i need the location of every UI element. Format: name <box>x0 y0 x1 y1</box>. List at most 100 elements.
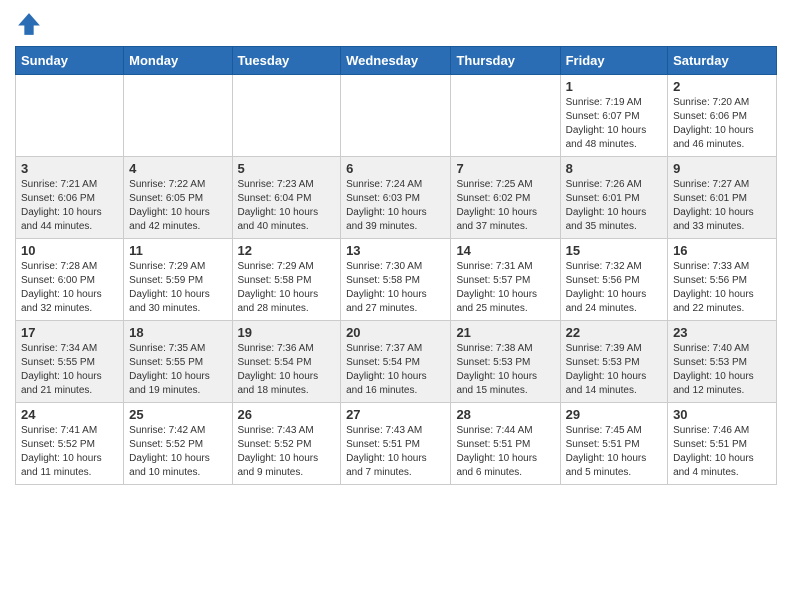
calendar-cell: 9 Sunrise: 7:27 AMSunset: 6:01 PMDaylight… <box>668 157 777 239</box>
calendar-week-3: 10 Sunrise: 7:28 AMSunset: 6:00 PMDayligh… <box>16 239 777 321</box>
day-number: 16 <box>673 243 771 258</box>
calendar-cell <box>341 75 451 157</box>
weekday-header-friday: Friday <box>560 47 667 75</box>
calendar-cell: 25 Sunrise: 7:42 AMSunset: 5:52 PMDayligh… <box>124 403 232 485</box>
day-number: 18 <box>129 325 226 340</box>
calendar-week-4: 17 Sunrise: 7:34 AMSunset: 5:55 PMDayligh… <box>16 321 777 403</box>
day-number: 10 <box>21 243 118 258</box>
day-number: 5 <box>238 161 336 176</box>
calendar-cell: 13 Sunrise: 7:30 AMSunset: 5:58 PMDayligh… <box>341 239 451 321</box>
header <box>15 10 777 38</box>
day-info: Sunrise: 7:28 AMSunset: 6:00 PMDaylight:… <box>21 260 118 316</box>
day-info: Sunrise: 7:30 AMSunset: 5:58 PMDaylight:… <box>346 260 445 316</box>
day-info: Sunrise: 7:41 AMSunset: 5:52 PMDaylight:… <box>21 424 118 480</box>
day-info: Sunrise: 7:22 AMSunset: 6:05 PMDaylight:… <box>129 178 226 234</box>
weekday-header-monday: Monday <box>124 47 232 75</box>
day-number: 9 <box>673 161 771 176</box>
day-info: Sunrise: 7:25 AMSunset: 6:02 PMDaylight:… <box>456 178 554 234</box>
day-number: 12 <box>238 243 336 258</box>
day-number: 2 <box>673 79 771 94</box>
calendar-cell: 21Sunrise: 7:38 AMSunset: 5:53 PMDayligh… <box>451 321 560 403</box>
logo <box>15 10 47 38</box>
page: SundayMondayTuesdayWednesdayThursdayFrid… <box>0 0 792 500</box>
day-number: 25 <box>129 407 226 422</box>
calendar-week-1: 1 Sunrise: 7:19 AMSunset: 6:07 PMDaylight… <box>16 75 777 157</box>
day-number: 29 <box>566 407 662 422</box>
day-number: 24 <box>21 407 118 422</box>
calendar-cell: 7 Sunrise: 7:25 AMSunset: 6:02 PMDaylight… <box>451 157 560 239</box>
calendar-cell: 3Sunrise: 7:21 AMSunset: 6:06 PMDaylight… <box>16 157 124 239</box>
day-info: Sunrise: 7:43 AMSunset: 5:52 PMDaylight:… <box>238 424 336 480</box>
day-number: 28 <box>456 407 554 422</box>
day-number: 7 <box>456 161 554 176</box>
calendar-cell: 6 Sunrise: 7:24 AMSunset: 6:03 PMDaylight… <box>341 157 451 239</box>
day-number: 6 <box>346 161 445 176</box>
day-info: Sunrise: 7:31 AMSunset: 5:57 PMDaylight:… <box>456 260 554 316</box>
day-number: 4 <box>129 161 226 176</box>
weekday-header-thursday: Thursday <box>451 47 560 75</box>
calendar-cell: 28 Sunrise: 7:44 AMSunset: 5:51 PMDayligh… <box>451 403 560 485</box>
day-number: 15 <box>566 243 662 258</box>
calendar-cell: 19 Sunrise: 7:36 AMSunset: 5:54 PMDayligh… <box>232 321 341 403</box>
weekday-header-sunday: Sunday <box>16 47 124 75</box>
calendar-cell: 4 Sunrise: 7:22 AMSunset: 6:05 PMDaylight… <box>124 157 232 239</box>
calendar-cell: 26 Sunrise: 7:43 AMSunset: 5:52 PMDayligh… <box>232 403 341 485</box>
day-number: 11 <box>129 243 226 258</box>
weekday-header-saturday: Saturday <box>668 47 777 75</box>
calendar-cell: 24 Sunrise: 7:41 AMSunset: 5:52 PMDayligh… <box>16 403 124 485</box>
day-info: Sunrise: 7:26 AMSunset: 6:01 PMDaylight:… <box>566 178 662 234</box>
day-number: 1 <box>566 79 662 94</box>
calendar: SundayMondayTuesdayWednesdayThursdayFrid… <box>15 46 777 485</box>
calendar-cell: 14 Sunrise: 7:31 AMSunset: 5:57 PMDayligh… <box>451 239 560 321</box>
calendar-cell: 10 Sunrise: 7:28 AMSunset: 6:00 PMDayligh… <box>16 239 124 321</box>
day-info: Sunrise: 7:44 AMSunset: 5:51 PMDaylight:… <box>456 424 554 480</box>
logo-icon <box>15 10 43 38</box>
calendar-cell: 18 Sunrise: 7:35 AMSunset: 5:55 PMDayligh… <box>124 321 232 403</box>
calendar-cell <box>16 75 124 157</box>
day-number: 8 <box>566 161 662 176</box>
day-number: 19 <box>238 325 336 340</box>
day-number: 20 <box>346 325 445 340</box>
day-info: Sunrise: 7:36 AMSunset: 5:54 PMDaylight:… <box>238 342 336 398</box>
calendar-cell: 5 Sunrise: 7:23 AMSunset: 6:04 PMDaylight… <box>232 157 341 239</box>
day-number: 26 <box>238 407 336 422</box>
day-number: 22 <box>566 325 662 340</box>
day-info: Sunrise: 7:24 AMSunset: 6:03 PMDaylight:… <box>346 178 445 234</box>
calendar-cell: 30Sunrise: 7:46 AMSunset: 5:51 PMDayligh… <box>668 403 777 485</box>
day-info: Sunrise: 7:43 AMSunset: 5:51 PMDaylight:… <box>346 424 445 480</box>
calendar-week-2: 3Sunrise: 7:21 AMSunset: 6:06 PMDaylight… <box>16 157 777 239</box>
day-number: 14 <box>456 243 554 258</box>
calendar-cell: 12 Sunrise: 7:29 AMSunset: 5:58 PMDayligh… <box>232 239 341 321</box>
day-info: Sunrise: 7:34 AMSunset: 5:55 PMDaylight:… <box>21 342 118 398</box>
calendar-cell <box>451 75 560 157</box>
day-number: 13 <box>346 243 445 258</box>
day-info: Sunrise: 7:19 AMSunset: 6:07 PMDaylight:… <box>566 96 662 152</box>
day-info: Sunrise: 7:20 AMSunset: 6:06 PMDaylight:… <box>673 96 771 152</box>
calendar-cell: 17 Sunrise: 7:34 AMSunset: 5:55 PMDayligh… <box>16 321 124 403</box>
day-info: Sunrise: 7:39 AMSunset: 5:53 PMDaylight:… <box>566 342 662 398</box>
calendar-cell: 22 Sunrise: 7:39 AMSunset: 5:53 PMDayligh… <box>560 321 667 403</box>
calendar-cell <box>232 75 341 157</box>
calendar-cell: 1 Sunrise: 7:19 AMSunset: 6:07 PMDaylight… <box>560 75 667 157</box>
day-info: Sunrise: 7:29 AMSunset: 5:58 PMDaylight:… <box>238 260 336 316</box>
day-info: Sunrise: 7:45 AMSunset: 5:51 PMDaylight:… <box>566 424 662 480</box>
day-info: Sunrise: 7:27 AMSunset: 6:01 PMDaylight:… <box>673 178 771 234</box>
calendar-cell: 29 Sunrise: 7:45 AMSunset: 5:51 PMDayligh… <box>560 403 667 485</box>
day-info: Sunrise: 7:21 AMSunset: 6:06 PMDaylight:… <box>21 178 118 234</box>
day-info: Sunrise: 7:35 AMSunset: 5:55 PMDaylight:… <box>129 342 226 398</box>
calendar-cell: 27Sunrise: 7:43 AMSunset: 5:51 PMDayligh… <box>341 403 451 485</box>
day-info: Sunrise: 7:23 AMSunset: 6:04 PMDaylight:… <box>238 178 336 234</box>
day-info: Sunrise: 7:32 AMSunset: 5:56 PMDaylight:… <box>566 260 662 316</box>
weekday-header-wednesday: Wednesday <box>341 47 451 75</box>
calendar-cell: 16Sunrise: 7:33 AMSunset: 5:56 PMDayligh… <box>668 239 777 321</box>
day-number: 21 <box>456 325 554 340</box>
day-number: 17 <box>21 325 118 340</box>
calendar-cell: 8 Sunrise: 7:26 AMSunset: 6:01 PMDaylight… <box>560 157 667 239</box>
calendar-cell <box>124 75 232 157</box>
calendar-cell: 11Sunrise: 7:29 AMSunset: 5:59 PMDayligh… <box>124 239 232 321</box>
day-info: Sunrise: 7:42 AMSunset: 5:52 PMDaylight:… <box>129 424 226 480</box>
weekday-header-tuesday: Tuesday <box>232 47 341 75</box>
day-number: 30 <box>673 407 771 422</box>
calendar-cell: 20Sunrise: 7:37 AMSunset: 5:54 PMDayligh… <box>341 321 451 403</box>
calendar-cell: 15 Sunrise: 7:32 AMSunset: 5:56 PMDayligh… <box>560 239 667 321</box>
